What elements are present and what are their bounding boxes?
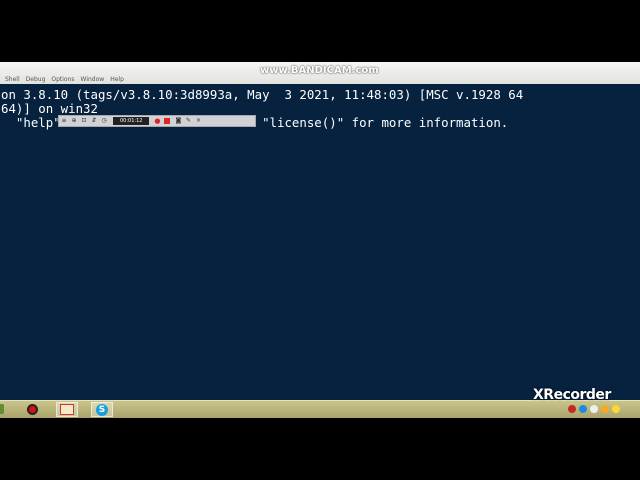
taskbar-skype[interactable]: S <box>91 402 113 417</box>
crop-icon[interactable]: ⊡ <box>79 116 89 126</box>
tray-network-icon[interactable] <box>579 405 587 413</box>
camera-icon[interactable]: ◙ <box>173 116 183 126</box>
stop-icon[interactable] <box>164 118 171 124</box>
screen-frame: www.BANDICAM.com Shell Debug Options Win… <box>0 62 640 418</box>
taskbar-recorder[interactable] <box>21 402 43 417</box>
python-shell-console[interactable]: on 3.8.10 (tags/v3.8.10:3d8993a, May 3 2… <box>0 84 640 400</box>
record-app-icon <box>26 404 38 415</box>
xrecorder-watermark: XRecorder <box>533 387 611 403</box>
presentation-app-icon <box>60 404 74 415</box>
menu-window[interactable]: Window <box>81 76 105 84</box>
pencil-icon[interactable]: ✎ <box>183 116 193 126</box>
timer-icon[interactable]: ◷ <box>99 116 109 126</box>
skype-icon: S <box>96 403 108 416</box>
menu-options[interactable]: Options <box>51 76 74 84</box>
bandicam-watermark: www.BANDICAM.com <box>260 65 379 76</box>
menu-items: Shell Debug Options Window Help <box>5 76 124 84</box>
console-line-platform: 64)] on win32 <box>1 101 98 116</box>
record-icon[interactable]: ● <box>153 117 161 125</box>
menu-icon[interactable]: ≡ <box>59 116 69 126</box>
menu-bar: www.BANDICAM.com Shell Debug Options Win… <box>0 62 640 84</box>
recorder-toolbar: ≡ ⊕ ⊡ ⇵ ◷ 00:01:12 ● ◙ ✎ × <box>58 115 256 127</box>
menu-help[interactable]: Help <box>110 76 124 84</box>
tray-record-icon[interactable] <box>568 405 576 413</box>
menu-debug[interactable]: Debug <box>26 76 46 84</box>
console-line-version: on 3.8.10 (tags/v3.8.10:3d8993a, May 3 2… <box>1 87 524 102</box>
tray-battery-icon[interactable] <box>612 405 620 413</box>
crosshair-icon[interactable]: ⊕ <box>69 116 79 126</box>
menu-shell[interactable]: Shell <box>5 76 20 84</box>
recording-timer: 00:01:12 <box>113 117 150 125</box>
tray-speaker-icon[interactable] <box>601 405 609 413</box>
tray-flag-icon[interactable] <box>590 405 598 413</box>
resize-icon[interactable]: ⇵ <box>89 116 99 126</box>
start-icon[interactable] <box>0 404 4 414</box>
taskbar-presentation[interactable] <box>56 402 78 417</box>
close-icon[interactable]: × <box>193 116 203 126</box>
system-tray <box>568 405 620 413</box>
